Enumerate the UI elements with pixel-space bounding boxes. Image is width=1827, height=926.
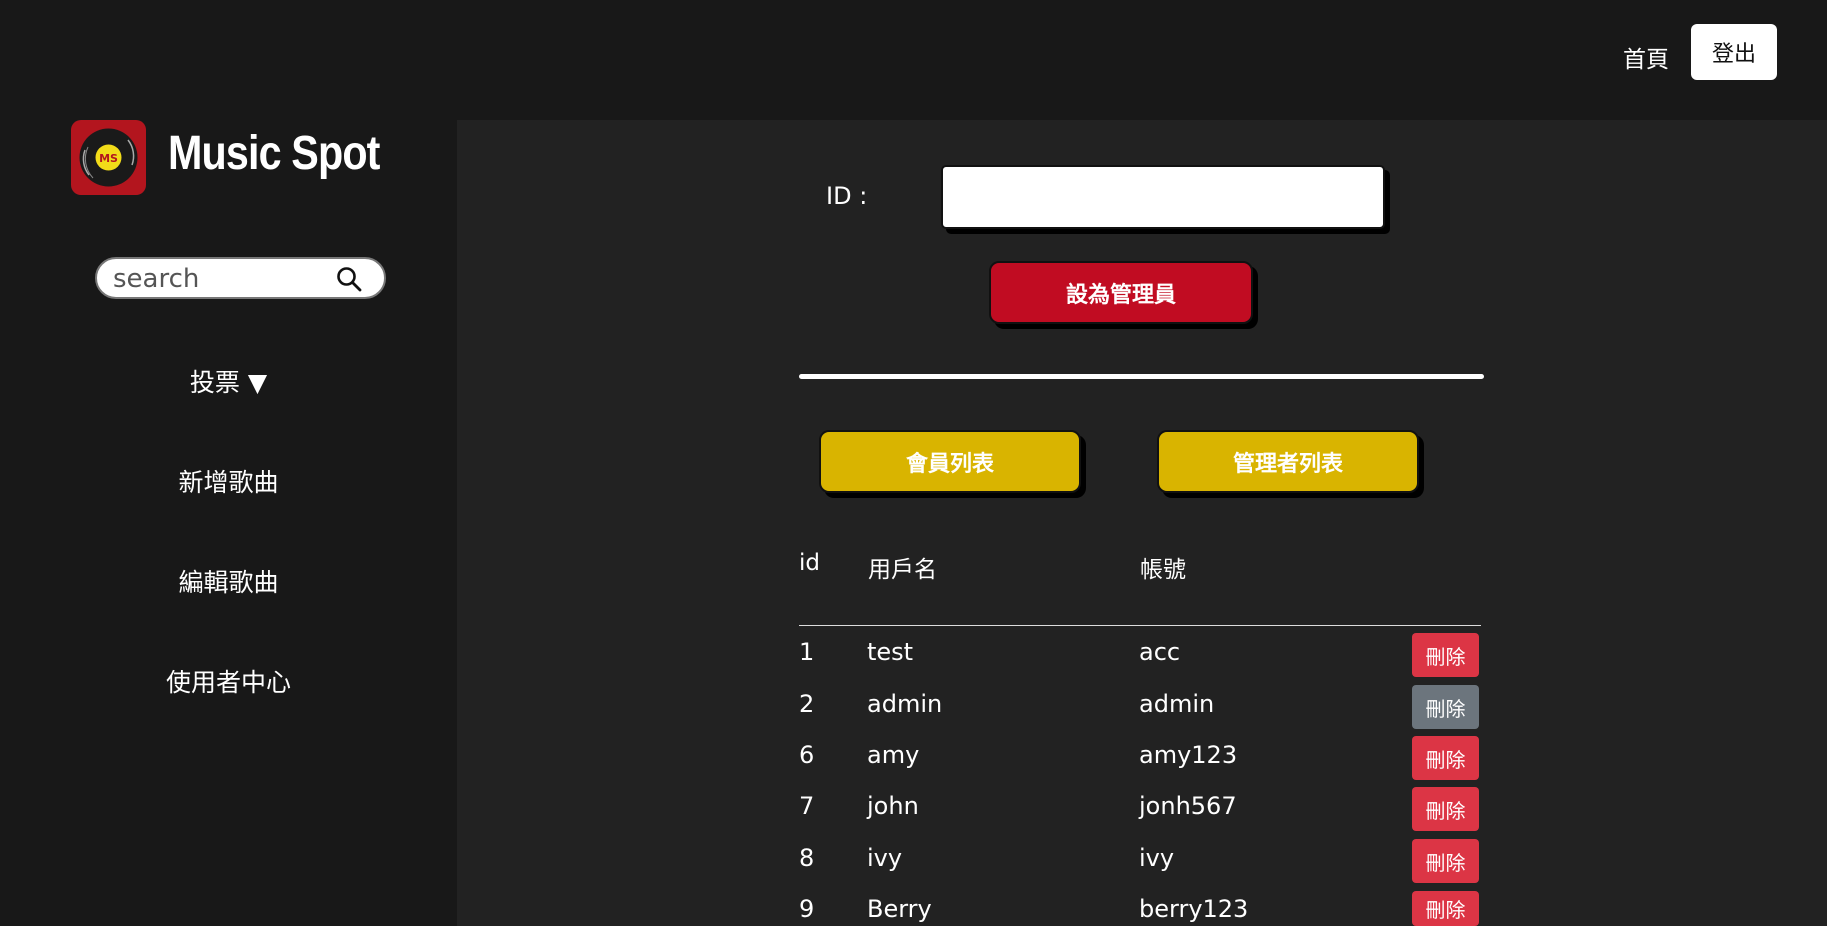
row-username: amy bbox=[867, 741, 920, 769]
search-input[interactable] bbox=[111, 263, 335, 295]
set-admin-button[interactable]: 設為管理員 bbox=[989, 261, 1253, 324]
row-account: jonh567 bbox=[1139, 792, 1237, 820]
id-label: ID : bbox=[826, 182, 868, 210]
row-username: Berry bbox=[867, 895, 932, 923]
row-id: 2 bbox=[799, 690, 815, 718]
table-header-account: 帳號 bbox=[1140, 557, 1186, 583]
delete-button[interactable]: 刪除 bbox=[1412, 787, 1479, 831]
row-account: acc bbox=[1139, 638, 1181, 666]
admin-list-button[interactable]: 管理者列表 bbox=[1157, 430, 1419, 493]
row-account: admin bbox=[1139, 690, 1215, 718]
row-username: admin bbox=[867, 690, 943, 718]
row-account: ivy bbox=[1139, 844, 1175, 872]
home-link[interactable]: 首頁 bbox=[1623, 40, 1669, 74]
vinyl-logo-icon[interactable]: MS bbox=[71, 120, 146, 195]
delete-button[interactable]: 刪除 bbox=[1412, 891, 1479, 926]
row-id: 8 bbox=[799, 844, 815, 872]
row-username: ivy bbox=[867, 844, 903, 872]
row-account: berry123 bbox=[1139, 895, 1249, 923]
table-header-divider bbox=[799, 625, 1481, 626]
logout-button[interactable]: 登出 bbox=[1691, 24, 1777, 80]
nav-vote-dropdown[interactable]: 投票 ▼ bbox=[0, 363, 457, 399]
top-bar: 首頁 登出 bbox=[0, 0, 1827, 120]
nav-add-song[interactable]: 新增歌曲 bbox=[0, 463, 457, 499]
row-account: amy123 bbox=[1139, 741, 1238, 769]
sidebar: MS Music Spot 投票 ▼ 新增歌曲 編輯歌曲 使用者中心 bbox=[0, 120, 457, 926]
delete-button-disabled[interactable]: 刪除 bbox=[1412, 685, 1479, 729]
row-id: 9 bbox=[799, 895, 815, 923]
nav-edit-song[interactable]: 編輯歌曲 bbox=[0, 563, 457, 599]
section-divider bbox=[799, 374, 1484, 379]
member-list-button[interactable]: 會員列表 bbox=[819, 430, 1081, 493]
row-username: john bbox=[867, 792, 919, 820]
row-id: 7 bbox=[799, 792, 815, 820]
id-input[interactable] bbox=[941, 165, 1385, 229]
main-content: ID : 設為管理員 會員列表 管理者列表 id 用戶名 帳號 1 test a… bbox=[457, 120, 1827, 926]
search-icon[interactable] bbox=[336, 266, 362, 292]
nav-user-center[interactable]: 使用者中心 bbox=[0, 663, 457, 699]
delete-button[interactable]: 刪除 bbox=[1412, 839, 1479, 883]
table-header-username: 用戶名 bbox=[868, 557, 937, 583]
row-id: 6 bbox=[799, 741, 815, 769]
svg-text:MS: MS bbox=[99, 152, 118, 165]
row-username: test bbox=[867, 638, 914, 666]
brand-title: Music Spot bbox=[168, 127, 380, 180]
search-box bbox=[95, 257, 386, 299]
table-header-id: id bbox=[799, 550, 820, 576]
row-id: 1 bbox=[799, 638, 815, 666]
delete-button[interactable]: 刪除 bbox=[1412, 736, 1479, 780]
delete-button[interactable]: 刪除 bbox=[1412, 633, 1479, 677]
